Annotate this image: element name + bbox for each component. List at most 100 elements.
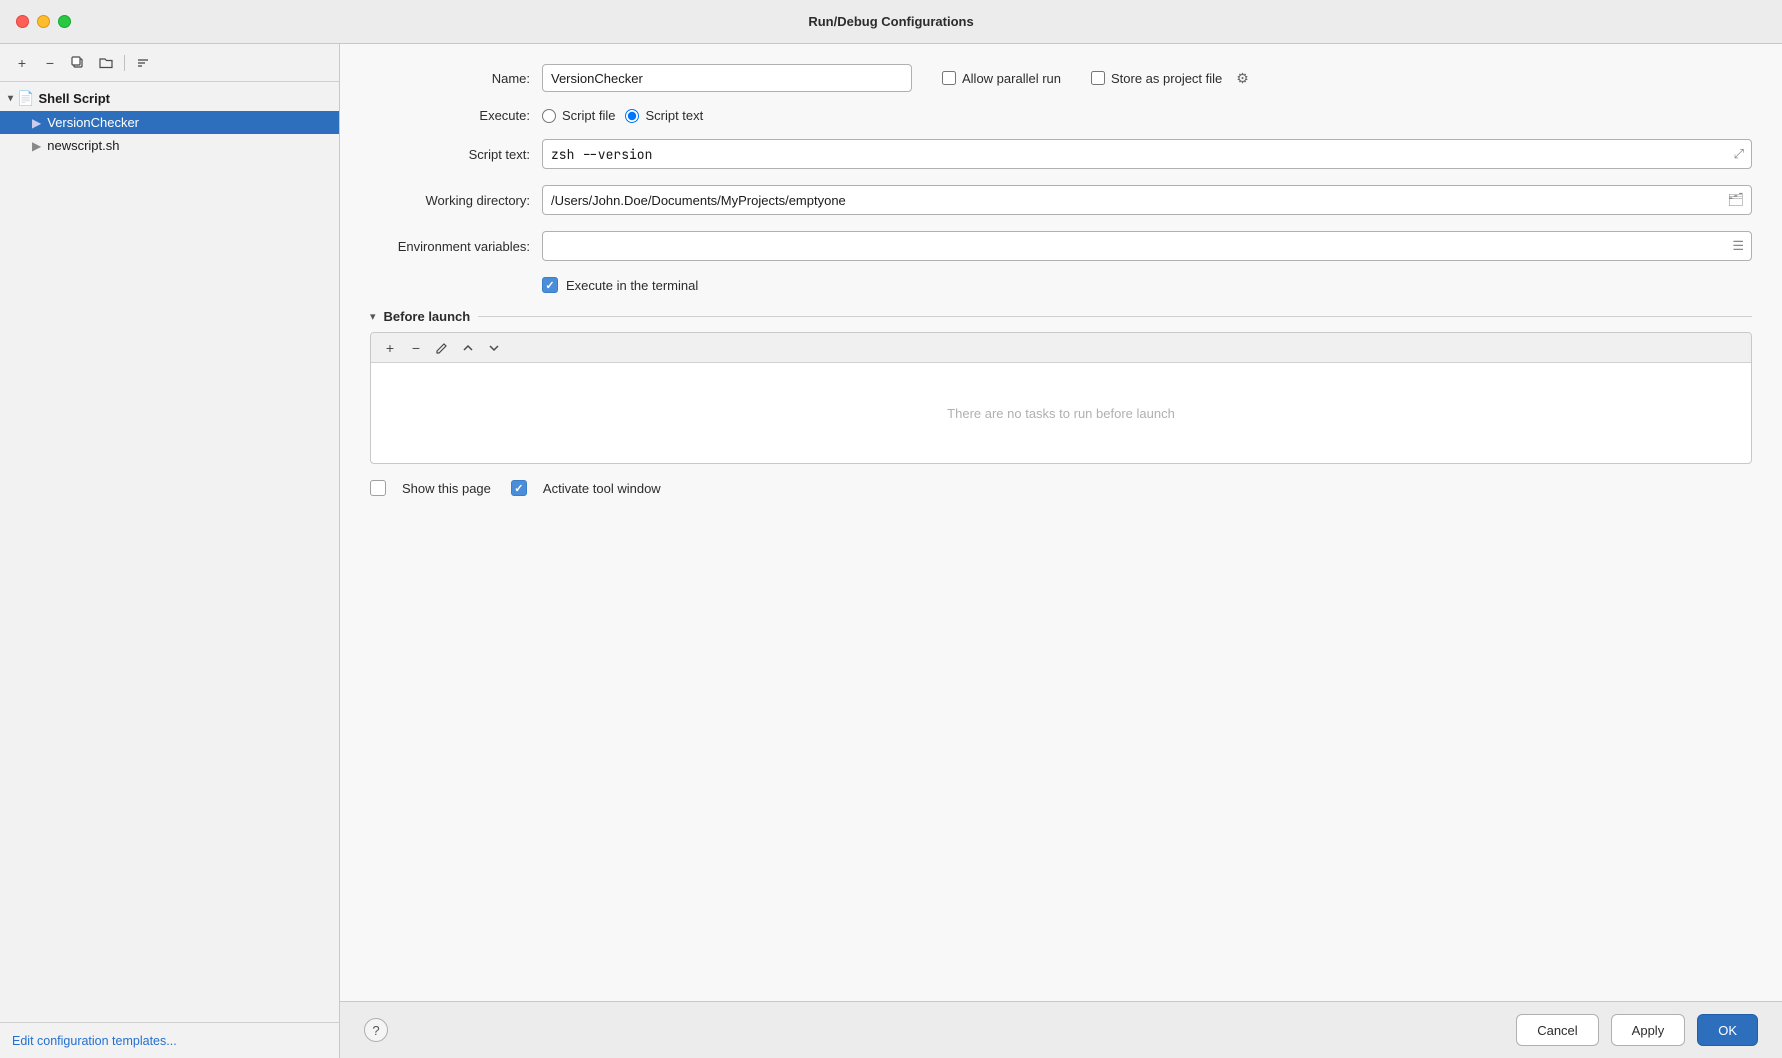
footer-left: ? — [364, 1018, 388, 1042]
show-page-label: Show this page — [402, 481, 491, 496]
store-project-checkbox[interactable] — [1091, 71, 1105, 85]
execute-label: Execute: — [370, 108, 530, 123]
execute-control-group: Script file Script text — [542, 108, 1752, 123]
gear-icon[interactable]: ⚙ — [1236, 70, 1249, 87]
bl-down-button[interactable] — [483, 337, 505, 359]
store-project-label[interactable]: Store as project file — [1091, 71, 1222, 86]
apply-button[interactable]: Apply — [1611, 1014, 1686, 1046]
show-page-checkbox[interactable] — [370, 480, 386, 496]
execute-row: Execute: Script file Script text — [370, 108, 1752, 123]
show-page-item: Show this page — [370, 480, 491, 496]
bottom-checkboxes: Show this page ✓ Activate tool window — [370, 480, 1752, 496]
before-launch-toolbar: + − — [371, 333, 1751, 363]
working-dir-wrapper: 🗂 — [542, 185, 1752, 215]
execute-terminal-label: Execute in the terminal — [566, 278, 698, 293]
sidebar: + − — [0, 44, 340, 1058]
add-config-button[interactable]: + — [10, 52, 34, 74]
minimize-button[interactable] — [37, 15, 50, 28]
env-vars-input[interactable] — [542, 231, 1752, 261]
script-text-form-label: Script text: — [370, 147, 530, 162]
execute-terminal-checkbox[interactable]: ✓ — [542, 277, 558, 293]
folder-browse-icon[interactable]: 🗂 — [1727, 192, 1744, 208]
script-file-option[interactable]: Script file — [542, 108, 615, 123]
script-text-label: Script text — [645, 108, 703, 123]
tree-item-label: newscript.sh — [47, 138, 119, 153]
before-launch-section: ▾ Before launch + − — [370, 309, 1752, 464]
title-bar: Run/Debug Configurations — [0, 0, 1782, 44]
working-dir-label: Working directory: — [370, 193, 530, 208]
footer-right: Cancel Apply OK — [1516, 1014, 1758, 1046]
working-dir-input[interactable] — [542, 185, 1752, 215]
sidebar-toolbar: + − — [0, 44, 339, 82]
execute-terminal-row: ✓ Execute in the terminal — [542, 277, 1752, 293]
env-vars-browse-icon[interactable]: ☰ — [1732, 238, 1744, 254]
edit-templates-link[interactable]: Edit configuration templates... — [12, 1034, 177, 1048]
name-control-group: Allow parallel run Store as project file… — [542, 64, 1752, 92]
bl-edit-button[interactable] — [431, 337, 453, 359]
before-launch-panel: + − — [370, 332, 1752, 464]
copy-icon — [71, 56, 85, 70]
content-area: Name: Allow parallel run Store as projec… — [340, 44, 1782, 1058]
activate-window-label: Activate tool window — [543, 481, 661, 496]
bl-add-button[interactable]: + — [379, 337, 401, 359]
sort-icon — [136, 56, 150, 70]
script-text-wrapper: ⤢ — [542, 139, 1752, 169]
maximize-button[interactable] — [58, 15, 71, 28]
folder-script-icon: 📄 — [17, 90, 34, 107]
before-launch-content: There are no tasks to run before launch — [371, 363, 1751, 463]
ok-button[interactable]: OK — [1697, 1014, 1758, 1046]
bl-remove-button[interactable]: − — [405, 337, 427, 359]
tree-group-shell-script[interactable]: ▾ 📄 Shell Script — [0, 86, 339, 111]
close-button[interactable] — [16, 15, 29, 28]
dialog-footer: ? Cancel Apply OK — [340, 1001, 1782, 1058]
before-launch-title: Before launch — [384, 309, 471, 324]
tree-item-label: VersionChecker — [47, 115, 139, 130]
allow-parallel-checkbox[interactable] — [942, 71, 956, 85]
tree-group-label: Shell Script — [38, 91, 110, 106]
traffic-lights — [16, 15, 71, 28]
env-vars-label: Environment variables: — [370, 239, 530, 254]
env-vars-wrapper: ☰ — [542, 231, 1752, 261]
bl-up-button[interactable] — [457, 337, 479, 359]
edit-icon — [435, 341, 449, 355]
chevron-down-icon: ▾ — [8, 93, 13, 104]
sort-config-button[interactable] — [131, 52, 155, 74]
script-file-label: Script file — [562, 108, 615, 123]
checkmark-icon: ✓ — [545, 279, 554, 292]
dialog-title: Run/Debug Configurations — [808, 14, 973, 29]
copy-config-button[interactable] — [66, 52, 90, 74]
folder-icon — [99, 56, 113, 70]
before-launch-chevron-icon[interactable]: ▾ — [370, 310, 376, 323]
expand-icon[interactable]: ⤢ — [1734, 146, 1744, 162]
section-line — [478, 316, 1752, 317]
script-text-input[interactable] — [542, 139, 1752, 169]
tree-item-newscript[interactable]: ▶ newscript.sh — [0, 134, 339, 157]
main-container: + − — [0, 44, 1782, 1058]
help-button[interactable]: ? — [364, 1018, 388, 1042]
up-arrow-icon — [461, 341, 475, 355]
name-input[interactable] — [542, 64, 912, 92]
working-dir-row: Working directory: 🗂 — [370, 185, 1752, 215]
env-vars-row: Environment variables: ☰ — [370, 231, 1752, 261]
cancel-button[interactable]: Cancel — [1516, 1014, 1598, 1046]
move-config-button[interactable] — [94, 52, 118, 74]
sidebar-footer: Edit configuration templates... — [0, 1022, 339, 1058]
tree-item-versionchecker[interactable]: ▶ VersionChecker — [0, 111, 339, 134]
allow-parallel-label[interactable]: Allow parallel run — [942, 71, 1061, 86]
activate-window-item: ✓ Activate tool window — [511, 480, 661, 496]
script-file-radio[interactable] — [542, 109, 556, 123]
script-text-radio[interactable] — [625, 109, 639, 123]
toolbar-separator — [124, 55, 125, 71]
script-text-option[interactable]: Script text — [625, 108, 703, 123]
file-icon: ▶ — [32, 139, 41, 153]
down-arrow-icon — [487, 341, 501, 355]
file-icon: ▶ — [32, 116, 41, 130]
activate-window-checkbox[interactable]: ✓ — [511, 480, 527, 496]
allow-parallel-text: Allow parallel run — [962, 71, 1061, 86]
sidebar-tree: ▾ 📄 Shell Script ▶ VersionChecker ▶ news… — [0, 82, 339, 1022]
remove-config-button[interactable]: − — [38, 52, 62, 74]
name-row: Name: Allow parallel run Store as projec… — [370, 64, 1752, 92]
name-label: Name: — [370, 71, 530, 86]
checkmark-icon: ✓ — [514, 482, 523, 495]
store-project-text: Store as project file — [1111, 71, 1222, 86]
